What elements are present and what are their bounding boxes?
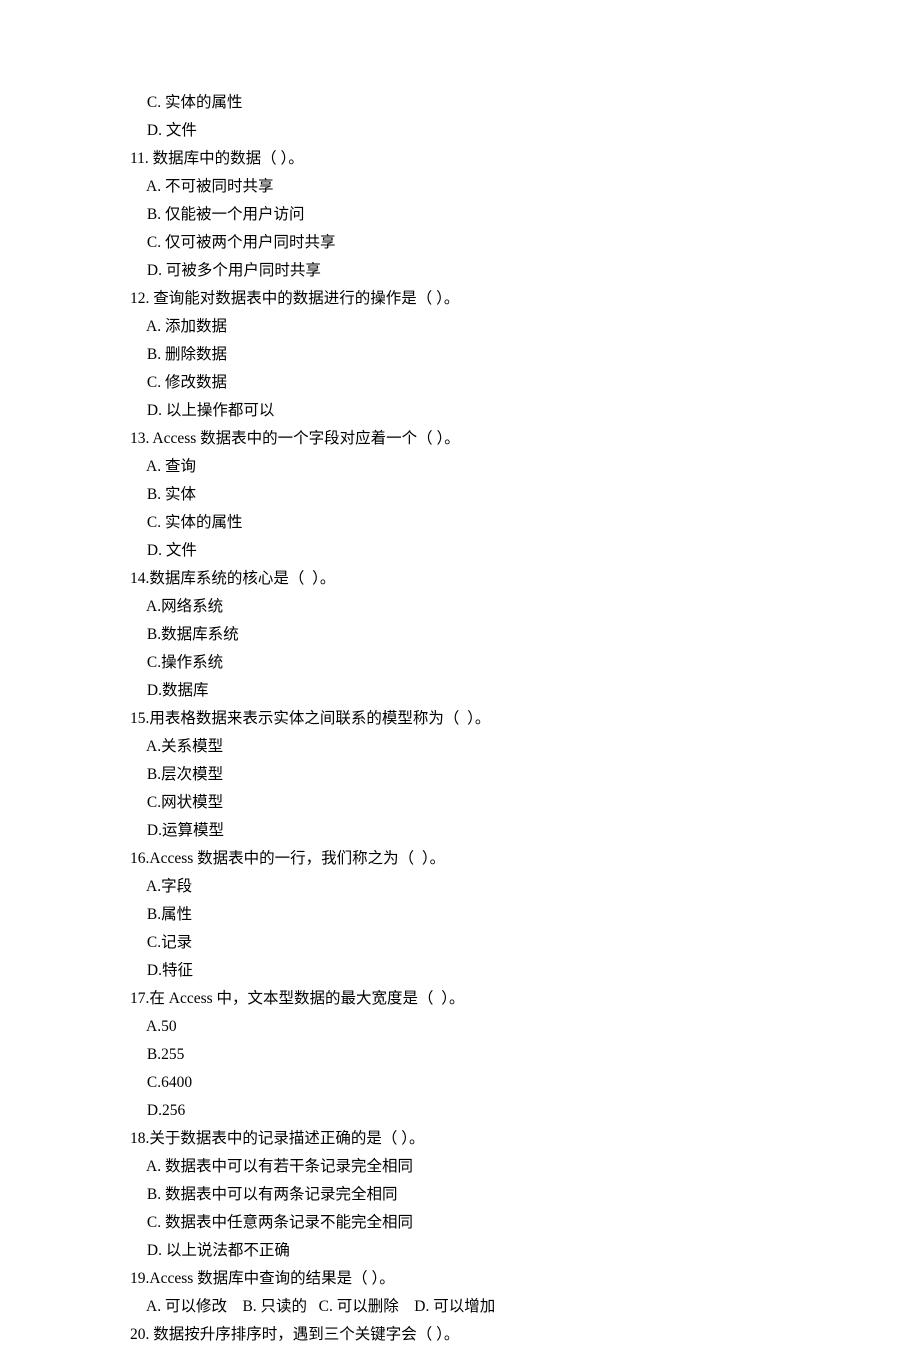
q12-option-c: C. 修改数据 <box>143 369 813 397</box>
prev-option-c: C. 实体的属性 <box>143 89 813 117</box>
q19-stem: 19.Access 数据库中查询的结果是（ ）。 <box>130 1265 813 1293</box>
q15-option-c: C.网状模型 <box>143 789 813 817</box>
q11-stem: 11. 数据库中的数据（ ）。 <box>130 145 813 173</box>
q18-option-b: B. 数据表中可以有两条记录完全相同 <box>143 1181 813 1209</box>
q15-option-a: A.关系模型 <box>143 733 813 761</box>
q18-stem: 18.关于数据表中的记录描述正确的是（ ）。 <box>130 1125 813 1153</box>
q17-stem: 17.在 Access 中，文本型数据的最大宽度是（ ）。 <box>130 985 813 1013</box>
q13-option-b: B. 实体 <box>143 481 813 509</box>
q14-stem: 14.数据库系统的核心是（ ）。 <box>130 565 813 593</box>
prev-option-d: D. 文件 <box>143 117 813 145</box>
q12-stem: 12. 查询能对数据表中的数据进行的操作是（ ）。 <box>130 285 813 313</box>
q18-option-a: A. 数据表中可以有若干条记录完全相同 <box>143 1153 813 1181</box>
q16-stem: 16.Access 数据表中的一行，我们称之为（ ）。 <box>130 845 813 873</box>
q12-option-a: A. 添加数据 <box>143 313 813 341</box>
q12-option-b: B. 删除数据 <box>143 341 813 369</box>
q14-option-d: D.数据库 <box>143 677 813 705</box>
q16-option-d: D.特征 <box>143 957 813 985</box>
q19-options: A. 可以修改 B. 只读的 C. 可以删除 D. 可以增加 <box>143 1293 813 1321</box>
q20-stem: 20. 数据按升序排序时，遇到三个关键字会（ ）。 <box>130 1321 813 1349</box>
q15-option-b: B.层次模型 <box>143 761 813 789</box>
q12-option-d: D. 以上操作都可以 <box>143 397 813 425</box>
q13-option-c: C. 实体的属性 <box>143 509 813 537</box>
document-page: C. 实体的属性 D. 文件 11. 数据库中的数据（ ）。 A. 不可被同时共… <box>0 0 813 1349</box>
q14-option-b: B.数据库系统 <box>143 621 813 649</box>
q18-option-d: D. 以上说法都不正确 <box>143 1237 813 1265</box>
q16-option-a: A.字段 <box>143 873 813 901</box>
q13-option-a: A. 查询 <box>143 453 813 481</box>
q11-option-d: D. 可被多个用户同时共享 <box>143 257 813 285</box>
q17-option-c: C.6400 <box>143 1069 813 1097</box>
q11-option-c: C. 仅可被两个用户同时共享 <box>143 229 813 257</box>
q17-option-d: D.256 <box>143 1097 813 1125</box>
q14-option-c: C.操作系统 <box>143 649 813 677</box>
q16-option-b: B.属性 <box>143 901 813 929</box>
q15-stem: 15.用表格数据来表示实体之间联系的模型称为（ ）。 <box>130 705 813 733</box>
q18-option-c: C. 数据表中任意两条记录不能完全相同 <box>143 1209 813 1237</box>
q15-option-d: D.运算模型 <box>143 817 813 845</box>
q13-stem: 13. Access 数据表中的一个字段对应着一个（ ）。 <box>130 425 813 453</box>
q11-option-b: B. 仅能被一个用户访问 <box>143 201 813 229</box>
q13-option-d: D. 文件 <box>143 537 813 565</box>
q11-option-a: A. 不可被同时共享 <box>143 173 813 201</box>
q14-option-a: A.网络系统 <box>143 593 813 621</box>
q17-option-b: B.255 <box>143 1041 813 1069</box>
q17-option-a: A.50 <box>143 1013 813 1041</box>
q16-option-c: C.记录 <box>143 929 813 957</box>
